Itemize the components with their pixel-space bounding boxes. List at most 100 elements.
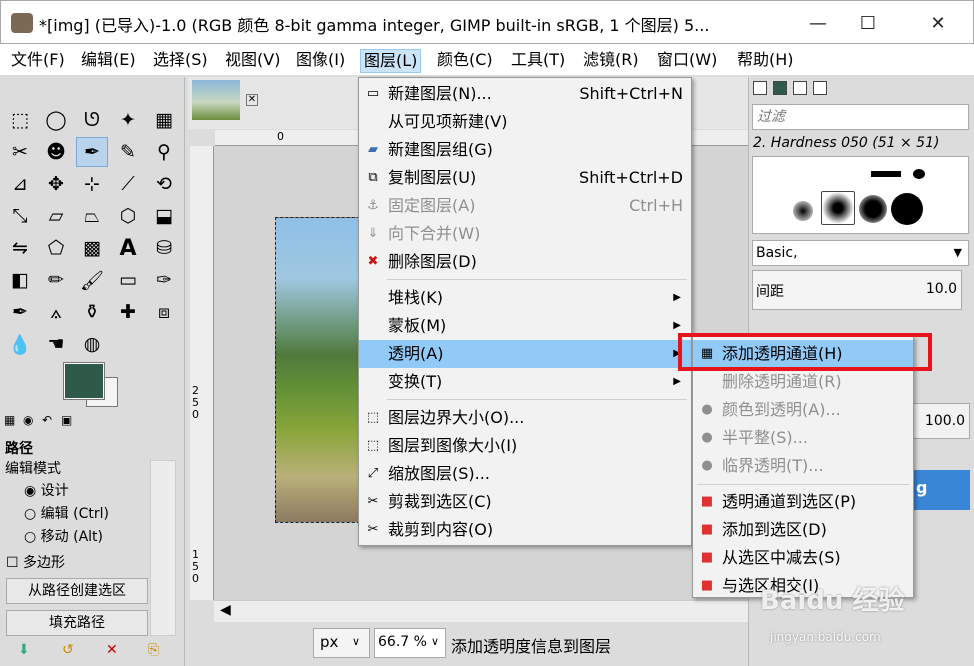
menu-windows[interactable]: 窗口(W) (654, 49, 720, 73)
move-icon[interactable]: ✥ (40, 169, 72, 199)
layer-row-selected[interactable]: g (912, 470, 970, 510)
menu-item-crop-to-selection[interactable]: ✂ 剪裁到选区(C) (359, 488, 691, 516)
options-scrollbar[interactable] (150, 460, 176, 636)
mode-edit-radio[interactable]: ○ 编辑 (Ctrl) (24, 503, 109, 523)
menu-item-crop-to-content[interactable]: ✂ 裁剪到内容(O) (359, 516, 691, 544)
reset-options-icon[interactable]: ⎘ (148, 642, 159, 658)
pencil-icon[interactable]: ✏ (40, 265, 72, 295)
menu-item-duplicate-layer[interactable]: ⧉ 复制图层(U) Shift+Ctrl+D (359, 164, 691, 192)
foreground-select-icon[interactable]: ☻ (40, 137, 72, 167)
maximize-button[interactable]: ☐ (841, 1, 895, 45)
align-icon[interactable]: ⊹ (76, 169, 108, 199)
heal-icon[interactable]: ✚ (112, 297, 144, 327)
perspective-icon[interactable]: ⏢ (76, 201, 108, 231)
menu-colors[interactable]: 颜色(C) (434, 49, 496, 73)
opacity-value[interactable]: 100.0 (912, 403, 970, 439)
device-status-tab-icon[interactable]: ◉ (23, 413, 39, 429)
shear-icon[interactable]: ▱ (40, 201, 72, 231)
menu-item-semi-flatten[interactable]: ● 半平整(S)... (693, 424, 913, 452)
menu-item-scale-layer[interactable]: ⤢ 缩放图层(S)... (359, 460, 691, 488)
zoom-select[interactable]: 66.7 % ∨ (374, 628, 446, 658)
unified-transform-icon[interactable]: ⬓ (148, 201, 180, 231)
brush-preview[interactable] (871, 171, 901, 177)
create-selection-button[interactable]: 从路径创建选区 (6, 578, 148, 604)
menu-item-color-to-alpha[interactable]: ● 颜色到透明(A)... (693, 396, 913, 424)
brush-preview[interactable] (891, 193, 923, 225)
gradient-icon[interactable]: ◧ (4, 265, 36, 295)
transform-3d-icon[interactable]: ⬡ (112, 201, 144, 231)
ink-icon[interactable]: ✒ (4, 297, 36, 327)
menu-item-merge-down[interactable]: ⇓ 向下合并(W) (359, 220, 691, 248)
brush-preset-select[interactable]: Basic, ▼ (752, 240, 969, 266)
minimize-button[interactable]: — (791, 1, 845, 45)
patterns-tab-icon[interactable] (773, 81, 787, 95)
menu-item-new-from-visible[interactable]: 从可见项新建(V) (359, 108, 691, 136)
zoom-icon[interactable]: ⚲ (148, 137, 180, 167)
fill-path-button[interactable]: 填充路径 (6, 610, 148, 636)
paintbrush-icon[interactable]: 🖌 (76, 265, 108, 295)
warp-transform-icon[interactable]: ▩ (76, 233, 108, 263)
paths-tool-icon[interactable]: ✒ (76, 137, 108, 167)
text-tool-icon[interactable]: A (112, 233, 144, 263)
menu-item-add-to-selection[interactable]: ■ 添加到选区(D) (693, 516, 913, 544)
clone-icon[interactable]: ⚱ (76, 297, 108, 327)
fonts-tab-icon[interactable] (793, 81, 807, 95)
brush-preview[interactable] (859, 195, 887, 223)
scroll-left-icon[interactable]: ◀ (220, 602, 231, 618)
cage-transform-icon[interactable]: ⬠ (40, 233, 72, 263)
menu-tools[interactable]: 工具(T) (508, 49, 568, 73)
polygon-checkbox[interactable]: ☐ 多边形 (6, 552, 65, 572)
menu-edit[interactable]: 编辑(E) (78, 49, 139, 73)
tool-options-tab-icon[interactable]: ▦ (4, 413, 20, 429)
rotate-icon[interactable]: ⟲ (148, 169, 180, 199)
rect-select-icon[interactable]: ⬚ (4, 105, 36, 135)
smudge-icon[interactable]: ☚ (40, 329, 72, 359)
unit-select[interactable]: px ∨ (313, 628, 370, 658)
restore-options-icon[interactable]: ↺ (62, 642, 74, 658)
close-tab-icon[interactable]: ✕ (246, 94, 258, 106)
color-picker-icon[interactable]: ✎ (112, 137, 144, 167)
delete-options-icon[interactable]: ✕ (106, 642, 118, 658)
images-tab-icon[interactable]: ▣ (61, 413, 77, 429)
mode-design-radio[interactable]: ◉ 设计 (24, 480, 69, 500)
menu-layer[interactable]: 图层(L) (360, 49, 422, 73)
menu-select[interactable]: 选择(S) (150, 49, 211, 73)
menu-item-mask[interactable]: 蒙板(M) ▶ (359, 312, 691, 340)
dodge-burn-icon[interactable]: ◍ (76, 329, 108, 359)
eraser-icon[interactable]: ▭ (112, 265, 144, 295)
color-select-icon[interactable]: ▦ (148, 105, 180, 135)
crop-icon[interactable]: ⟋ (112, 169, 144, 199)
menu-image[interactable]: 图像(I) (293, 49, 348, 73)
mypaint-brush-icon[interactable]: ⟑ (40, 297, 72, 327)
brush-preview[interactable] (793, 201, 813, 221)
menu-item-new-layer[interactable]: ▭ 新建图层(N)... Shift+Ctrl+N (359, 80, 691, 108)
menu-item-delete-layer[interactable]: ✖ 删除图层(D) (359, 248, 691, 276)
menu-item-new-layer-group[interactable]: ▰ 新建图层组(G) (359, 136, 691, 164)
scissors-select-icon[interactable]: ✂ (4, 137, 36, 167)
menu-help[interactable]: 帮助(H) (734, 49, 797, 73)
menu-item-anchor-layer[interactable]: ⚓ 固定图层(A) Ctrl+H (359, 192, 691, 220)
menu-item-layer-to-image-size[interactable]: ⬚ 图层到图像大小(I) (359, 432, 691, 460)
close-button[interactable]: ✕ (911, 1, 965, 45)
mode-move-radio[interactable]: ○ 移动 (Alt) (24, 526, 103, 546)
brushes-tab-icon[interactable] (753, 81, 767, 95)
menu-view[interactable]: 视图(V) (222, 49, 283, 73)
menu-item-transparency[interactable]: 透明(A) ▶ (359, 340, 691, 368)
image-canvas[interactable] (275, 217, 365, 523)
selected-brush-preview[interactable] (821, 191, 855, 225)
save-options-icon[interactable]: ⬇ (18, 642, 30, 658)
menu-item-stack[interactable]: 堆栈(K) ▶ (359, 284, 691, 312)
brush-grid[interactable] (752, 156, 969, 234)
blur-icon[interactable]: 💧 (4, 329, 36, 359)
menu-filters[interactable]: 滤镜(R) (580, 49, 642, 73)
airbrush-icon[interactable]: ✑ (148, 265, 180, 295)
menu-item-threshold-alpha[interactable]: ● 临界透明(T)... (693, 452, 913, 480)
image-tab-thumbnail[interactable] (192, 80, 240, 120)
free-select-icon[interactable]: ᘎ (76, 105, 108, 135)
spacing-slider[interactable]: 间距 10.0 (752, 270, 962, 310)
menu-item-remove-alpha-channel[interactable]: 删除透明通道(R) (693, 368, 913, 396)
brush-filter-input[interactable]: 过滤 (752, 104, 969, 130)
menu-item-alpha-to-selection[interactable]: ■ 透明通道到选区(P) (693, 488, 913, 516)
bucket-fill-icon[interactable]: ⛁ (148, 233, 180, 263)
flip-icon[interactable]: ⇋ (4, 233, 36, 263)
